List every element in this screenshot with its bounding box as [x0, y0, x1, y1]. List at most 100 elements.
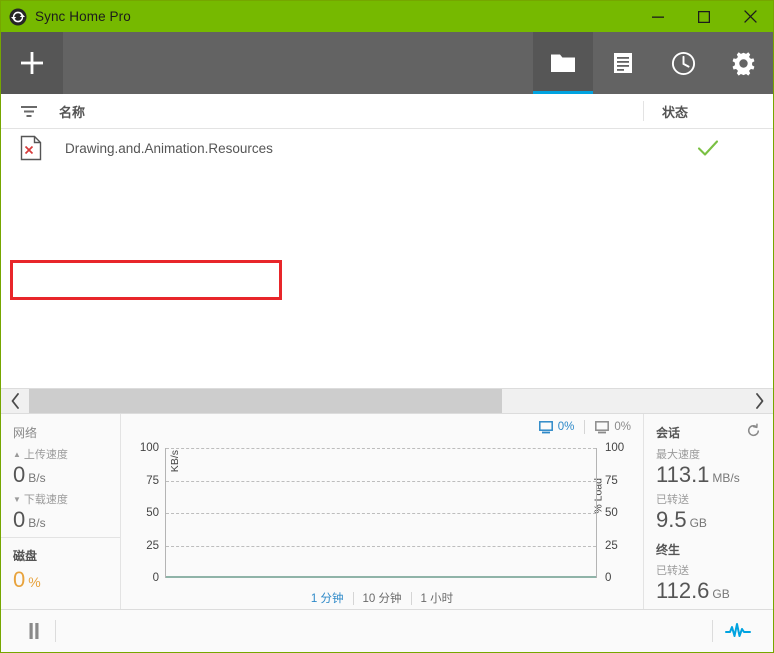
- activity-toggle-button[interactable]: [717, 622, 759, 640]
- column-header-name[interactable]: 名称: [59, 102, 643, 121]
- lifetime-transferred-unit: GB: [712, 587, 730, 602]
- reset-icon[interactable]: [746, 423, 761, 438]
- max-speed-value: 113.1 MB/s: [656, 463, 773, 486]
- gear-icon: [732, 51, 754, 76]
- tab-transfers[interactable]: [533, 32, 593, 94]
- y-tick-right-0: 0: [605, 572, 612, 584]
- scroll-left-button[interactable]: [1, 389, 29, 413]
- tab-details[interactable]: [593, 32, 653, 94]
- speed-chart-panel: 0% 0% 100 75 50 25 0 100 75 50 25 0 KB/s…: [121, 414, 644, 609]
- window-controls: [635, 1, 773, 32]
- close-button[interactable]: [727, 1, 773, 32]
- session-transferred-value: 9.5 GB: [656, 508, 773, 531]
- disk-title: 磁盘: [13, 549, 38, 564]
- chart-time-range-tabs: 1 分钟 10 分钟 1 小时: [121, 590, 643, 606]
- status-badge: [643, 139, 773, 157]
- lifetime-transferred-number: 112.6: [656, 578, 710, 604]
- tab-history[interactable]: [653, 32, 713, 94]
- minimize-button[interactable]: [635, 1, 681, 32]
- max-speed-label: 最大速度: [656, 449, 700, 461]
- legend-divider: [584, 420, 586, 434]
- main-toolbar: [1, 32, 773, 94]
- network-stats: 网络 ▲ 上传速度 0 B/s ▼ 下载速度 0 B/s: [1, 414, 120, 531]
- column-header-status[interactable]: 状态: [643, 101, 773, 121]
- folder-icon: [551, 54, 575, 72]
- legend-item-primary[interactable]: 0%: [538, 420, 575, 434]
- time-tab-1hour[interactable]: 1 小时: [412, 590, 463, 606]
- plus-icon: [21, 52, 43, 74]
- network-panel: 网络 ▲ 上传速度 0 B/s ▼ 下载速度 0 B/s 磁盘 0 %: [1, 414, 121, 609]
- chart-wrapper: 100 75 50 25 0 100 75 50 25 0 KB/s % Loa…: [121, 442, 643, 609]
- max-speed-number: 113.1: [656, 462, 710, 487]
- lifetime-transferred-label: 已转送: [656, 565, 689, 578]
- lifetime-transferred-value: 112.6 GB: [656, 579, 773, 602]
- session-transferred-number: 9.5: [656, 507, 687, 533]
- monitor-icon: [595, 420, 610, 433]
- app-title: Sync Home Pro: [35, 9, 131, 24]
- activity-pulse-icon: [725, 623, 751, 637]
- bottom-panel: 网络 ▲ 上传速度 0 B/s ▼ 下载速度 0 B/s 磁盘 0 % 0% 0…: [1, 413, 773, 609]
- file-list[interactable]: Drawing.and.Animation.Resources: [1, 129, 773, 388]
- series-line-kbs: [166, 576, 596, 578]
- session-transferred-label: 已转送: [656, 494, 689, 507]
- chart-plot-area: [165, 448, 597, 578]
- statusbar-divider: [55, 620, 56, 642]
- add-torrent-button[interactable]: [1, 32, 63, 94]
- maximize-button[interactable]: [681, 1, 727, 32]
- upload-label-text: 上传速度: [23, 449, 68, 461]
- highlight-box: [10, 260, 282, 300]
- network-title: 网络: [13, 426, 38, 440]
- disk-usage-value: 0%: [13, 568, 120, 591]
- upload-value-number: 0: [13, 462, 26, 487]
- time-tab-1min[interactable]: 1 分钟: [302, 590, 353, 606]
- upload-value-unit: B/s: [28, 471, 46, 485]
- tab-settings[interactable]: [713, 32, 773, 94]
- horizontal-scrollbar[interactable]: [1, 388, 773, 413]
- gridline-75: [166, 480, 596, 482]
- y-tick-left-75: 75: [146, 474, 159, 487]
- y-tick-left-25: 25: [146, 539, 159, 552]
- minimize-icon: [652, 16, 664, 18]
- scrollbar-track[interactable]: [29, 389, 745, 413]
- y-tick-right-75: 75: [605, 474, 618, 487]
- triangle-down-icon: ▼: [13, 494, 21, 504]
- pause-icon: [29, 623, 39, 639]
- maximize-icon: [698, 10, 710, 23]
- close-icon: [743, 10, 757, 23]
- upload-speed-label: ▲ 上传速度: [13, 446, 120, 462]
- title-bar: Sync Home Pro: [1, 1, 773, 32]
- lifetime-title: 终生: [656, 543, 681, 558]
- time-tab-10min[interactable]: 10 分钟: [354, 590, 411, 606]
- table-row[interactable]: Drawing.and.Animation.Resources: [1, 129, 773, 167]
- download-speed-value: 0 B/s: [13, 508, 120, 531]
- gridline-25: [166, 545, 596, 547]
- statusbar-divider: [712, 620, 713, 642]
- legend-label-primary: 0%: [557, 421, 575, 433]
- scroll-right-button[interactable]: [745, 389, 773, 413]
- legend-label-secondary: 0%: [614, 421, 631, 433]
- app-window: Sync Home Pro 名称 状态 Drawing.and.Animatio…: [0, 0, 774, 653]
- toolbar-tabs: [533, 32, 773, 94]
- legend-item-secondary[interactable]: 0%: [595, 420, 631, 434]
- list-document-icon: [614, 53, 632, 73]
- chevron-left-icon: [11, 393, 19, 409]
- filter-icon[interactable]: [21, 105, 37, 118]
- status-bar: [1, 609, 773, 652]
- pause-all-button[interactable]: [17, 622, 51, 640]
- upload-speed-value: 0 B/s: [13, 463, 120, 486]
- disk-value-number: 0: [13, 567, 26, 593]
- triangle-up-icon: ▲: [13, 449, 21, 459]
- y-tick-right-100: 100: [605, 442, 625, 454]
- session-panel: 会话 最大速度 113.1 MB/s 已转送 9.5 GB 终生 已转送 112.6…: [644, 414, 773, 609]
- chevron-right-icon: [755, 393, 763, 409]
- y-tick-right-25: 25: [605, 539, 618, 552]
- download-speed-label: ▼ 下载速度: [13, 491, 120, 507]
- disk-value-unit: %: [28, 574, 41, 591]
- chart-legend: 0% 0%: [538, 420, 631, 434]
- download-value-number: 0: [13, 507, 26, 533]
- max-speed-unit: MB/s: [712, 471, 740, 485]
- download-value-unit: B/s: [28, 516, 46, 531]
- disk-stats: 磁盘 0%: [1, 537, 120, 591]
- scrollbar-thumb[interactable]: [29, 389, 502, 413]
